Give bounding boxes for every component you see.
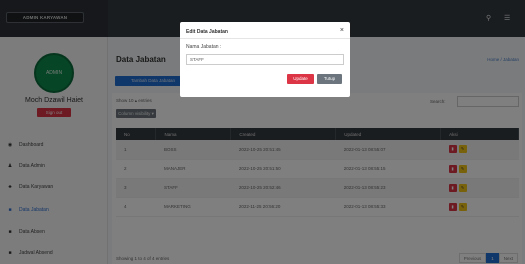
close-button[interactable]: Tutup: [317, 74, 342, 84]
modal-title: Edit Data Jabatan: [186, 29, 228, 35]
nama-jabatan-label: Nama Jabatan :: [186, 44, 222, 50]
update-button[interactable]: Update: [287, 74, 314, 84]
close-icon[interactable]: ×: [340, 27, 344, 34]
nama-jabatan-input[interactable]: STAFF: [186, 54, 344, 65]
edit-jabatan-modal: Edit Data Jabatan × Nama Jabatan : STAFF…: [180, 22, 350, 97]
modal-divider: [180, 38, 350, 39]
